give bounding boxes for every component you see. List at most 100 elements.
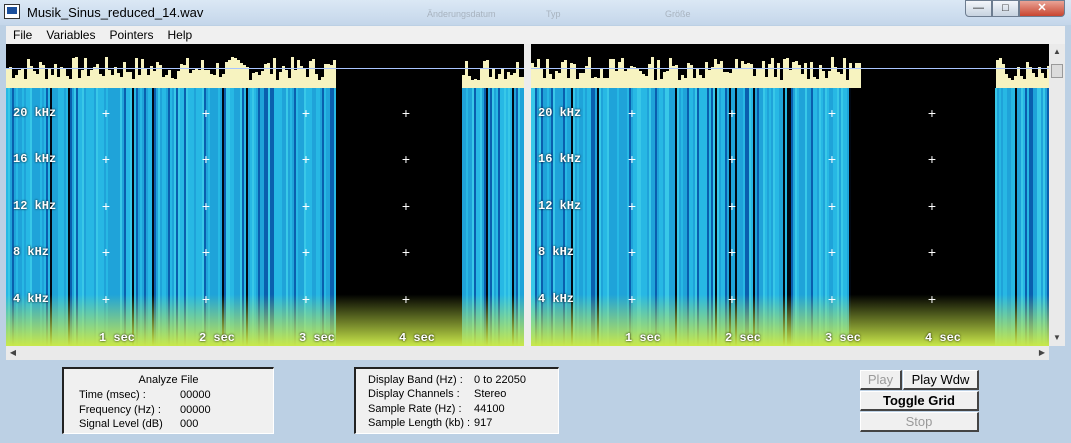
background-column-header: Größe	[665, 9, 691, 19]
horizontal-scrollbar[interactable]: ◀ ▶	[6, 346, 1049, 360]
freq-label: 20 kHz	[13, 106, 57, 120]
title-bar[interactable]: Musik_Sinus_reduced_14.wav Änderungsdatu…	[0, 0, 1071, 25]
panel-title: Analyze File	[138, 374, 199, 386]
grid-marker-icon: +	[827, 151, 837, 167]
menu-file[interactable]: File	[6, 28, 39, 42]
time-label: 2 sec	[725, 331, 762, 345]
grid-marker-icon: +	[301, 291, 311, 307]
grid-marker-icon: +	[401, 198, 411, 214]
grid-marker-icon: +	[727, 105, 737, 121]
channel-divider	[524, 44, 531, 346]
spectrum	[6, 88, 524, 346]
grid-marker-icon: +	[927, 151, 937, 167]
time-label: 2 sec	[199, 331, 236, 345]
background-column-header: Änderungsdatum	[427, 9, 496, 19]
freq-label: 16 kHz	[13, 152, 57, 166]
signal-level-label: Signal Level (dB)	[79, 418, 163, 430]
display-band-value: 0 to 22050	[474, 374, 526, 386]
grid-marker-icon: +	[827, 198, 837, 214]
sample-length-value: 917	[474, 417, 493, 429]
time-value: 00000	[180, 389, 211, 401]
close-icon[interactable]: ✕	[1019, 0, 1065, 17]
grid-marker-icon: +	[401, 244, 411, 260]
grid-marker-icon: +	[727, 244, 737, 260]
display-info-panel: Display Band (Hz) : 0 to 22050 Display C…	[354, 367, 559, 434]
waveform	[6, 56, 524, 88]
window-controls: — □ ✕	[965, 0, 1065, 18]
waveform	[531, 56, 1049, 88]
scroll-right-icon[interactable]: ▶	[1035, 346, 1049, 360]
scroll-down-icon[interactable]: ▼	[1049, 330, 1065, 346]
scroll-thumb[interactable]	[1051, 64, 1063, 78]
play-window-button[interactable]: Play Wdw	[903, 370, 979, 390]
grid-marker-icon: +	[101, 151, 111, 167]
freq-label: 4 kHz	[538, 292, 575, 306]
grid-marker-icon: +	[927, 244, 937, 260]
grid-marker-icon: +	[301, 198, 311, 214]
frequency-value: 00000	[180, 404, 211, 416]
scroll-left-icon[interactable]: ◀	[6, 346, 20, 360]
right-channel[interactable]: 20 kHz 16 kHz 12 kHz 8 kHz 4 kHz 1 sec 2…	[531, 44, 1049, 346]
time-label: 3 sec	[825, 331, 862, 345]
app-window: Musik_Sinus_reduced_14.wav Änderungsdatu…	[0, 0, 1071, 443]
waveform-baseline	[6, 68, 524, 69]
toggle-grid-button[interactable]: Toggle Grid	[860, 391, 979, 411]
menu-pointers[interactable]: Pointers	[102, 28, 160, 42]
freq-label: 4 kHz	[13, 292, 50, 306]
minimize-icon[interactable]: —	[965, 0, 992, 17]
freq-label: 12 kHz	[538, 199, 582, 213]
time-label: 3 sec	[299, 331, 336, 345]
signal-level-value: 000	[180, 418, 199, 430]
analyze-file-panel: Analyze File Time (msec) : 00000 Frequen…	[62, 367, 274, 434]
stop-button[interactable]: Stop	[860, 412, 979, 432]
waveform-baseline	[531, 68, 1049, 69]
scroll-up-icon[interactable]: ▲	[1049, 44, 1065, 60]
freq-label: 12 kHz	[13, 199, 57, 213]
grid-marker-icon: +	[627, 105, 637, 121]
sample-rate-label: Sample Rate (Hz) :	[368, 403, 462, 415]
window-title: Musik_Sinus_reduced_14.wav	[27, 5, 204, 20]
time-label: 1 sec	[625, 331, 662, 345]
grid-marker-icon: +	[927, 291, 937, 307]
play-button[interactable]: Play	[860, 370, 902, 390]
grid-marker-icon: +	[627, 198, 637, 214]
sample-length-label: Sample Length (kb) :	[368, 417, 471, 429]
menu-help[interactable]: Help	[161, 28, 200, 42]
maximize-icon[interactable]: □	[992, 0, 1019, 17]
grid-marker-icon: +	[201, 105, 211, 121]
grid-marker-icon: +	[827, 244, 837, 260]
menu-variables[interactable]: Variables	[39, 28, 102, 42]
grid-marker-icon: +	[101, 105, 111, 121]
vertical-scrollbar[interactable]: ▲ ▼	[1049, 44, 1065, 346]
grid-marker-icon: +	[927, 105, 937, 121]
frequency-label: Frequency (Hz) :	[79, 404, 161, 416]
grid-marker-icon: +	[727, 291, 737, 307]
grid-marker-icon: +	[627, 244, 637, 260]
grid-marker-icon: +	[201, 198, 211, 214]
grid-marker-icon: +	[401, 151, 411, 167]
grid-marker-icon: +	[101, 291, 111, 307]
grid-marker-icon: +	[401, 291, 411, 307]
time-label: Time (msec) :	[79, 389, 146, 401]
grid-marker-icon: +	[827, 105, 837, 121]
spectrogram-view[interactable]: 20 kHz 16 kHz 12 kHz 8 kHz 4 kHz 1 sec 2…	[6, 44, 1049, 346]
time-label: 4 sec	[925, 331, 962, 345]
background-column-header: Typ	[546, 9, 561, 19]
sample-rate-value: 44100	[474, 403, 505, 415]
grid-marker-icon: +	[101, 244, 111, 260]
freq-label: 8 kHz	[13, 245, 50, 259]
left-channel[interactable]: 20 kHz 16 kHz 12 kHz 8 kHz 4 kHz 1 sec 2…	[6, 44, 524, 346]
grid-marker-icon: +	[201, 291, 211, 307]
freq-label: 16 kHz	[538, 152, 582, 166]
freq-label: 20 kHz	[538, 106, 582, 120]
grid-marker-icon: +	[301, 105, 311, 121]
grid-marker-icon: +	[627, 291, 637, 307]
menu-bar: File Variables Pointers Help	[6, 26, 1065, 44]
grid-marker-icon: +	[627, 151, 637, 167]
grid-marker-icon: +	[727, 198, 737, 214]
grid-marker-icon: +	[927, 198, 937, 214]
grid-marker-icon: +	[401, 105, 411, 121]
app-icon[interactable]	[4, 4, 20, 19]
time-label: 4 sec	[399, 331, 436, 345]
display-channels-value: Stereo	[474, 388, 507, 400]
